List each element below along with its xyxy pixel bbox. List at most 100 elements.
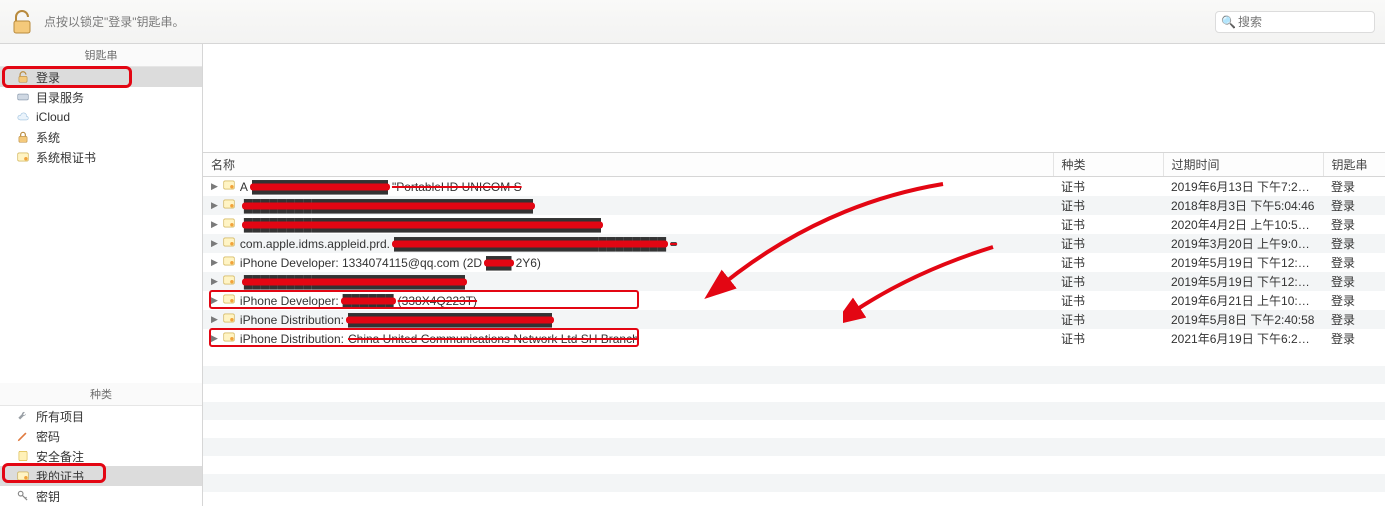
redaction-bar: ████████████████████████████████████████… bbox=[244, 218, 601, 232]
cell-expires: 2019年5月19日 下午12:51:51 bbox=[1163, 253, 1323, 272]
cell-kind: 证书 bbox=[1053, 291, 1163, 310]
cert-name: com.apple.idms.appleid.prd. bbox=[240, 237, 390, 251]
certificate-icon bbox=[222, 330, 236, 347]
cell-expires: 2019年5月19日 下午12:05:… bbox=[1163, 272, 1323, 291]
cell-expires: 2021年6月19日 下午6:27:52 bbox=[1163, 329, 1323, 348]
col-keychain[interactable]: 钥匙串 bbox=[1323, 153, 1385, 177]
cell-keychain: 登录 bbox=[1323, 272, 1385, 291]
cell-keychain: 登录 bbox=[1323, 234, 1385, 253]
toolbar: 点按以锁定"登录"钥匙串。 🔍 bbox=[0, 0, 1385, 44]
keychain-item-0[interactable]: 登录 bbox=[0, 67, 202, 87]
keychain-item-3[interactable]: 系统 bbox=[0, 127, 202, 147]
certificate-icon bbox=[222, 178, 236, 195]
cell-keychain: 登录 bbox=[1323, 177, 1385, 197]
cell-expires: 2019年5月8日 下午2:40:58 bbox=[1163, 310, 1323, 329]
redaction-bar: ████████████████████████ bbox=[348, 313, 552, 327]
table-row[interactable]: ▶ ██████████████████████████ 证书 2019年5月1… bbox=[203, 272, 1385, 291]
disclosure-triangle-icon[interactable]: ▶ bbox=[211, 333, 218, 344]
sidebar: 钥匙串 登录目录服务 iCloud 系统系统根证书 种类 所有项目密码安全备注我的证… bbox=[0, 44, 203, 506]
categories-header: 种类 bbox=[0, 383, 202, 406]
categories-panel: 种类 所有项目密码安全备注我的证书密钥 bbox=[0, 383, 202, 506]
cell-kind: 证书 bbox=[1053, 215, 1163, 234]
table-row[interactable]: ▶ iPhone Distribution: China United Comm… bbox=[203, 329, 1385, 348]
table-row[interactable]: ▶ com.apple.idms.appleid.prd. ██████████… bbox=[203, 234, 1385, 253]
keychain-item-4[interactable]: 系统根证书 bbox=[0, 147, 202, 167]
col-kind[interactable]: 种类 bbox=[1053, 153, 1163, 177]
cell-keychain: 登录 bbox=[1323, 253, 1385, 272]
cell-kind: 证书 bbox=[1053, 196, 1163, 215]
cert-name-suffix: "PortableHD UNICOM S bbox=[392, 180, 522, 194]
col-name[interactable]: 名称 bbox=[203, 153, 1053, 177]
disclosure-triangle-icon[interactable]: ▶ bbox=[211, 276, 218, 287]
table-row[interactable]: ▶ ██████████████████████████████████████… bbox=[203, 215, 1385, 234]
disclosure-triangle-icon[interactable]: ▶ bbox=[211, 181, 218, 192]
cell-kind: 证书 bbox=[1053, 177, 1163, 197]
sidebar-item-label: 系统 bbox=[36, 129, 60, 146]
table-row[interactable]: ▶ iPhone Distribution: █████████████████… bbox=[203, 310, 1385, 329]
category-item-0[interactable]: 所有项目 bbox=[0, 406, 202, 426]
padlock-open-icon[interactable] bbox=[10, 9, 34, 35]
disclosure-triangle-icon[interactable]: ▶ bbox=[211, 219, 218, 230]
category-item-4[interactable]: 密钥 bbox=[0, 486, 202, 506]
redaction-bar: ████████████████ bbox=[252, 180, 388, 194]
sidebar-item-label: 目录服务 bbox=[36, 89, 84, 106]
keychain-item-2[interactable]: iCloud bbox=[0, 107, 202, 127]
certificate-icon bbox=[222, 235, 236, 252]
cert-name-suffix: China United Communications Network Ltd … bbox=[348, 332, 639, 346]
cell-kind: 证书 bbox=[1053, 253, 1163, 272]
table-row[interactable]: ▶ ██████████████████████████████████ 证书 … bbox=[203, 196, 1385, 215]
col-expires[interactable]: 过期时间 bbox=[1163, 153, 1323, 177]
keychain-item-1[interactable]: 目录服务 bbox=[0, 87, 202, 107]
redaction-bar: ██████████████████████████ bbox=[244, 275, 465, 289]
disclosure-triangle-icon[interactable]: ▶ bbox=[211, 257, 218, 268]
cell-expires: 2019年6月21日 上午10:51:21 bbox=[1163, 291, 1323, 310]
pencil-icon bbox=[16, 429, 30, 443]
sidebar-item-label: 我的证书 bbox=[36, 468, 84, 485]
cell-expires: 2019年3月20日 上午9:00:20 bbox=[1163, 234, 1323, 253]
table-row[interactable]: ▶ iPhone Developer: 1334074115@qq.com (2… bbox=[203, 253, 1385, 272]
disclosure-triangle-icon[interactable]: ▶ bbox=[211, 314, 218, 325]
table-header-row: 名称 种类 过期时间 钥匙串 bbox=[203, 153, 1385, 177]
redaction-bar: ██████ bbox=[343, 294, 394, 308]
cell-kind: 证书 bbox=[1053, 310, 1163, 329]
certificate-icon bbox=[222, 292, 236, 309]
certificate-icon bbox=[222, 273, 236, 290]
cert-folder-icon bbox=[16, 150, 30, 164]
cell-kind: 证书 bbox=[1053, 329, 1163, 348]
cell-kind: 证书 bbox=[1053, 272, 1163, 291]
cert-icon bbox=[16, 469, 30, 483]
table-row[interactable]: ▶ A ████████████████ "PortableHD UNICOM … bbox=[203, 177, 1385, 197]
padlock-open-icon bbox=[16, 70, 30, 84]
disclosure-triangle-icon[interactable]: ▶ bbox=[211, 238, 218, 249]
sidebar-item-label: 所有项目 bbox=[36, 408, 84, 425]
cell-keychain: 登录 bbox=[1323, 329, 1385, 348]
cert-name: iPhone Distribution: bbox=[240, 313, 344, 327]
search-icon: 🔍 bbox=[1221, 15, 1236, 29]
cell-keychain: 登录 bbox=[1323, 196, 1385, 215]
cell-keychain: 登录 bbox=[1323, 291, 1385, 310]
padlock-closed-icon bbox=[16, 130, 30, 144]
cert-name-suffix: (338X4Q223T) bbox=[398, 294, 477, 308]
note-icon bbox=[16, 449, 30, 463]
certificate-icon bbox=[222, 311, 236, 328]
keychain-access-window: 点按以锁定"登录"钥匙串。 🔍 钥匙串 登录目录服务 iCloud 系统系统根证书 … bbox=[0, 0, 1385, 506]
certificates-table: 名称 种类 过期时间 钥匙串 ▶ A ████████████████ "Por… bbox=[203, 152, 1385, 348]
sidebar-item-label: iCloud bbox=[36, 110, 70, 124]
cert-name-suffix: = bbox=[670, 237, 677, 251]
category-item-1[interactable]: 密码 bbox=[0, 426, 202, 446]
cell-keychain: 登录 bbox=[1323, 310, 1385, 329]
disclosure-triangle-icon[interactable]: ▶ bbox=[211, 200, 218, 211]
cell-expires: 2020年4月2日 上午10:55:16 bbox=[1163, 215, 1323, 234]
table-row[interactable]: ▶ iPhone Developer: ██████ (338X4Q223T) … bbox=[203, 291, 1385, 310]
cell-expires: 2018年8月3日 下午5:04:46 bbox=[1163, 196, 1323, 215]
cloud-icon bbox=[16, 110, 30, 124]
category-item-3[interactable]: 我的证书 bbox=[0, 466, 202, 486]
cell-kind: 证书 bbox=[1053, 234, 1163, 253]
sidebar-item-label: 安全备注 bbox=[36, 448, 84, 465]
disclosure-triangle-icon[interactable]: ▶ bbox=[211, 295, 218, 306]
redaction-bar: ████████████████████████████████ bbox=[394, 237, 666, 251]
redaction-bar: ██████████████████████████████████ bbox=[244, 199, 533, 213]
search-input[interactable] bbox=[1215, 11, 1375, 33]
category-item-2[interactable]: 安全备注 bbox=[0, 446, 202, 466]
keychains-header: 钥匙串 bbox=[0, 44, 202, 67]
